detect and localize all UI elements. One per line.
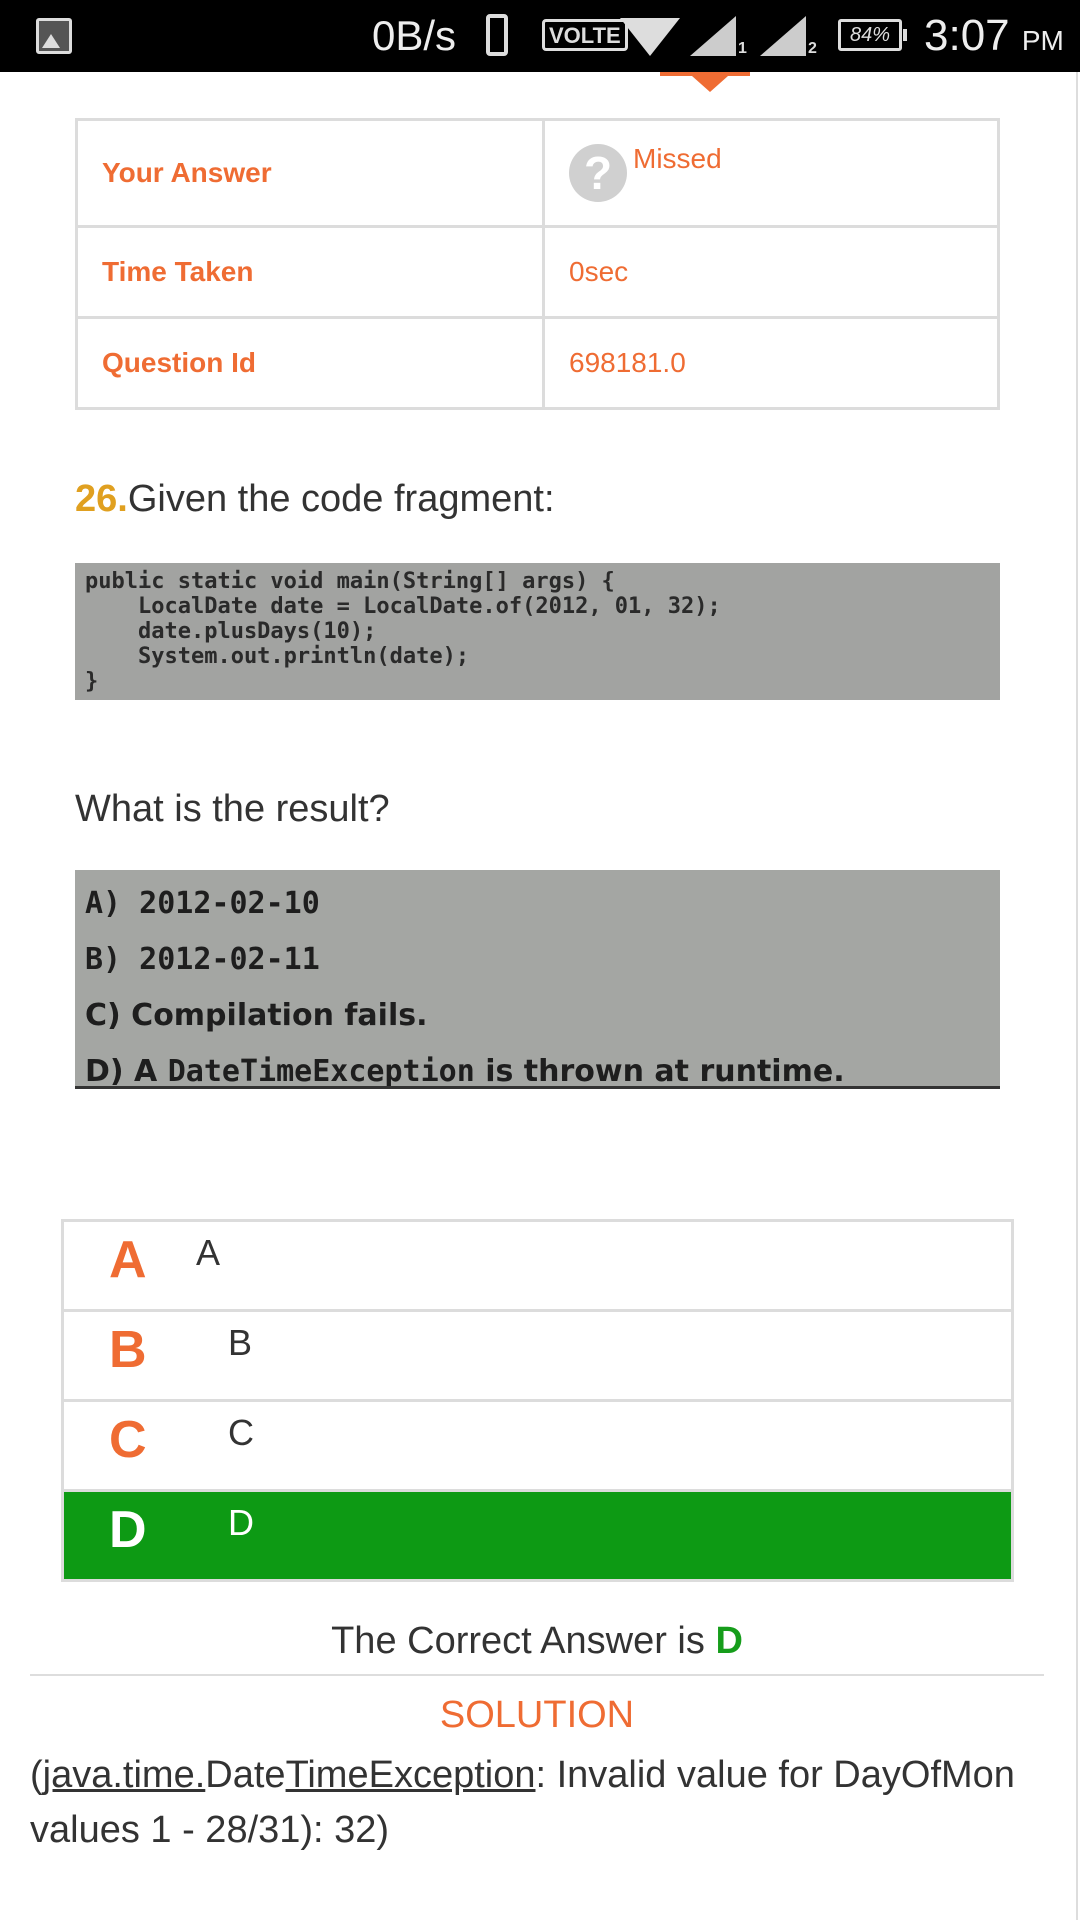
your-answer-row: Your Answer ? Missed	[75, 118, 1000, 228]
status-bar: 0B/s VOLTE 1 2 84% 3:07 PM	[0, 0, 1080, 72]
code-line: }	[85, 669, 99, 694]
question-info-table: Your Answer ? Missed Time Taken 0sec Ques…	[75, 118, 1000, 410]
correct-answer-letter: D	[715, 1620, 743, 1662]
solution-title: SOLUTION	[439, 1694, 635, 1736]
choice-text: A	[196, 1232, 221, 1273]
choice-a[interactable]: A A	[64, 1222, 1011, 1312]
code-line: public static void main(String[] args) {	[85, 569, 615, 594]
wifi-icon	[620, 18, 680, 56]
clock-ampm: PM	[1021, 25, 1064, 56]
option-line-d: D) A DateTimeException is thrown at runt…	[85, 1044, 990, 1089]
sim2-label: 2	[808, 40, 817, 57]
choice-text: C	[228, 1412, 254, 1453]
question-number: 26.	[75, 478, 128, 520]
clock: 3:07 PM	[924, 0, 1064, 72]
solution-message: : Invalid value for DayOfMon	[535, 1754, 1015, 1796]
option-d-suffix: is thrown at runtime.	[474, 1054, 845, 1089]
time-taken-label: Time Taken	[75, 225, 545, 319]
volte-badge: VOLTE	[542, 19, 628, 51]
choice-letter: D	[109, 1501, 147, 1559]
question-id-label: Question Id	[75, 316, 545, 410]
question-mark-icon: ?	[569, 144, 627, 202]
sim1-label: 1	[738, 40, 747, 57]
option-d-prefix: D) A	[85, 1054, 168, 1089]
phone-icon	[486, 14, 508, 56]
code-fragment-image: public static void main(String[] args) {…	[75, 563, 1000, 700]
solution-open-paren: (	[30, 1754, 43, 1796]
gallery-notification-icon	[36, 18, 72, 54]
option-line-a: A) 2012-02-10	[85, 886, 320, 921]
divider	[30, 1674, 1044, 1676]
solution-link-package[interactable]: java.time.	[43, 1754, 206, 1796]
your-answer-label: Your Answer	[75, 118, 545, 228]
option-d-exception: DateTimeException	[167, 1054, 475, 1089]
your-answer-value-cell: ? Missed	[542, 118, 1000, 228]
choice-text: D	[228, 1502, 254, 1543]
option-line-b: B) 2012-02-11	[85, 942, 320, 977]
signal-sim2-icon	[760, 16, 806, 56]
choice-c[interactable]: C C	[64, 1402, 1011, 1492]
question-title: 26.Given the code fragment:	[75, 478, 555, 521]
correct-answer-prefix: The Correct Answer is	[331, 1620, 716, 1662]
question-prompt: What is the result?	[75, 788, 390, 830]
code-line: LocalDate date = LocalDate.of(2012, 01, …	[85, 594, 721, 619]
choice-letter: C	[109, 1411, 147, 1469]
solution-link-class[interactable]: TimeException	[286, 1754, 536, 1796]
scroll-edge	[1076, 72, 1078, 1920]
code-line: System.out.println(date);	[85, 644, 470, 669]
choice-b[interactable]: B B	[64, 1312, 1011, 1402]
solution-text: (java.time.DateTimeException: Invalid va…	[30, 1748, 1080, 1858]
choice-text: B	[228, 1322, 253, 1363]
battery-icon: 84%	[838, 19, 907, 51]
solution-line-1: (java.time.DateTimeException: Invalid va…	[30, 1748, 1080, 1803]
answer-choices: A A B B C C D D	[61, 1219, 1014, 1582]
your-answer-value: Missed	[633, 143, 722, 174]
question-id-value: 698181.0	[542, 316, 1000, 410]
options-image: A) 2012-02-10 B) 2012-02-11 C) Compilati…	[75, 870, 1000, 1089]
choice-d-correct[interactable]: D D	[64, 1492, 1011, 1579]
time-taken-value: 0sec	[542, 225, 1000, 319]
solution-class-prefix: Date	[205, 1754, 286, 1796]
time-taken-row: Time Taken 0sec	[75, 225, 1000, 319]
option-line-c: C) Compilation fails.	[85, 998, 428, 1033]
clock-time: 3:07	[924, 11, 1010, 60]
choice-letter: A	[109, 1231, 147, 1289]
question-id-row: Question Id 698181.0	[75, 316, 1000, 410]
signal-sim1-icon	[690, 16, 736, 56]
question-text: Given the code fragment:	[127, 478, 555, 520]
network-speed: 0B/s	[372, 12, 457, 59]
correct-answer-line: The Correct Answer is D	[0, 1620, 1074, 1663]
solution-line-2: values 1 - 28/31): 32)	[30, 1809, 390, 1851]
tab-indicator-caret-icon	[692, 76, 728, 92]
code-line: date.plusDays(10);	[85, 619, 377, 644]
choice-letter: B	[109, 1321, 147, 1379]
